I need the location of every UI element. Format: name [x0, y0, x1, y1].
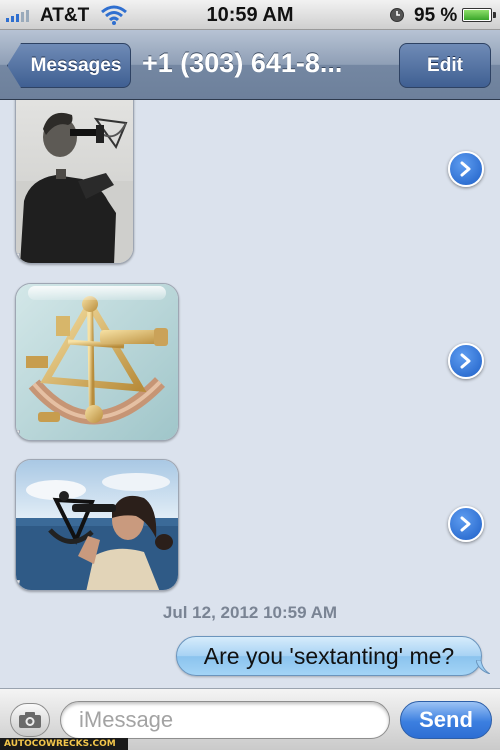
battery-percent: 95 % [414, 5, 458, 26]
send-button[interactable]: Send [400, 701, 492, 739]
brass-sextant-photo [16, 284, 178, 440]
imessage-input[interactable] [60, 701, 390, 739]
received-photo-bubble[interactable] [15, 100, 134, 264]
chevron-right-icon [460, 161, 471, 177]
sent-bubble-tail [476, 660, 490, 674]
camera-button[interactable] [10, 703, 50, 737]
forward-photo-button[interactable] [448, 343, 484, 379]
battery-icon [462, 8, 496, 22]
chevron-right-icon [460, 353, 471, 369]
chevron-right-icon [460, 516, 471, 532]
edit-button[interactable]: Edit [399, 43, 491, 88]
sent-message-bubble[interactable]: Are you 'sextanting' me? [176, 636, 482, 676]
sent-message-text: Are you 'sextanting' me? [203, 642, 455, 669]
message-timestamp: Jul 12, 2012 10:59 AM [162, 603, 338, 622]
messages-back-button[interactable]: Messages [7, 43, 131, 88]
received-photo-bubble[interactable] [15, 283, 179, 441]
status-bar: AT&T 10:59 AM 95 % [0, 0, 500, 30]
forward-photo-button[interactable] [448, 506, 484, 542]
contact-title: +1 (303) 641-8... [142, 48, 343, 78]
man-with-sextant-photo [16, 100, 133, 263]
nav-bar: Messages +1 (303) 641-8... Edit [0, 30, 500, 100]
watermark-logo: AUTOCOWRECKS.COM [0, 738, 128, 750]
forward-photo-button[interactable] [448, 151, 484, 187]
received-photo-bubble[interactable] [15, 459, 179, 591]
alarm-icon [389, 7, 405, 28]
camera-icon [19, 712, 41, 728]
conversation-thread[interactable]: Jul 12, 2012 10:59 AM Are you 'sextantin… [0, 100, 500, 688]
woman-with-sextant-photo [16, 460, 178, 590]
